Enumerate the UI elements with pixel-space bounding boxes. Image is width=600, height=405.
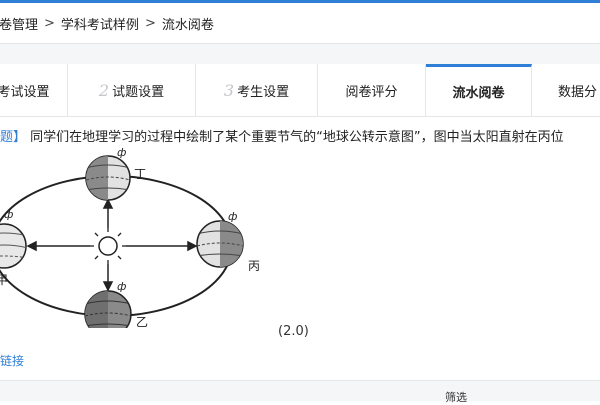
earth-revolution-figure: ф ф 丁 ф 丙 ф 乙 甲 bbox=[0, 146, 280, 338]
breadcrumb-item-exam-management[interactable]: 试卷管理 bbox=[0, 14, 38, 33]
svg-text:ф: ф bbox=[228, 210, 237, 223]
tab-label: 试题设置 bbox=[112, 84, 165, 100]
tab-label: 数据分 bbox=[558, 84, 598, 100]
step-number: 2 bbox=[98, 80, 110, 100]
tab-candidate-settings[interactable]: 3 考生设置 bbox=[196, 64, 318, 116]
breadcrumb-item-subject-exam-sample[interactable]: 学科考试样例 bbox=[61, 14, 139, 33]
step-tabs: 考试设置 2 试题设置 3 考生设置 阅卷评分 流水阅卷 数据分 bbox=[0, 64, 600, 117]
svg-text:ф: ф bbox=[4, 208, 13, 221]
breadcrumb-separator: > bbox=[44, 15, 55, 31]
sun-icon bbox=[90, 228, 126, 264]
tab-marking-scoring[interactable]: 阅卷评分 bbox=[318, 64, 426, 116]
breadcrumb-separator: > bbox=[144, 15, 156, 31]
question-type-tag: 题】 bbox=[0, 130, 27, 145]
step-number: 3 bbox=[223, 80, 235, 100]
tab-exam-settings[interactable]: 考试设置 bbox=[0, 64, 68, 116]
tab-label: 考生设置 bbox=[237, 84, 290, 100]
earth-yi: ф 乙 bbox=[84, 280, 148, 338]
question-text: 题】 同学们在地理学习的过程中绘制了某个重要节气的“地球公转示意图”，图中当太阳… bbox=[0, 128, 600, 148]
tab-flow-marking[interactable]: 流水阅卷 bbox=[426, 64, 532, 116]
earth-orbit-diagram: ф ф 丁 ф 丙 ф 乙 甲 bbox=[0, 146, 260, 338]
question-link[interactable]: 链接 bbox=[0, 352, 24, 369]
earth-left: ф bbox=[0, 208, 27, 269]
tab-data-analysis[interactable]: 数据分 bbox=[532, 64, 600, 116]
svg-text:ф: ф bbox=[117, 280, 126, 293]
earth-bing: ф 丙 bbox=[196, 210, 260, 273]
label-jia: 甲 bbox=[0, 273, 8, 287]
page-gap bbox=[0, 44, 600, 64]
question-stem: 同学们在地理学习的过程中绘制了某个重要节气的“地球公转示意图”，图中当太阳直射在… bbox=[30, 130, 564, 145]
tab-label: 阅卷评分 bbox=[345, 84, 398, 100]
breadcrumb: 试卷管理 > 学科考试样例 > 流水阅卷 bbox=[0, 3, 600, 44]
svg-text:ф: ф bbox=[117, 148, 126, 159]
question-score: (2.0) bbox=[278, 324, 309, 339]
earth-ding: ф 丁 bbox=[85, 146, 146, 201]
breadcrumb-item-flow-marking: 流水阅卷 bbox=[161, 17, 214, 33]
table-header: 筛选 bbox=[0, 380, 600, 404]
table-column-filter[interactable]: 筛选 bbox=[445, 389, 467, 405]
label-ding: 丁 bbox=[134, 167, 146, 181]
label-bing: 丙 bbox=[248, 259, 260, 273]
tab-label: 考试设置 bbox=[0, 84, 50, 100]
tab-label: 流水阅卷 bbox=[452, 86, 505, 101]
label-yi: 乙 bbox=[136, 315, 148, 328]
tab-question-settings[interactable]: 2 试题设置 bbox=[68, 64, 196, 116]
